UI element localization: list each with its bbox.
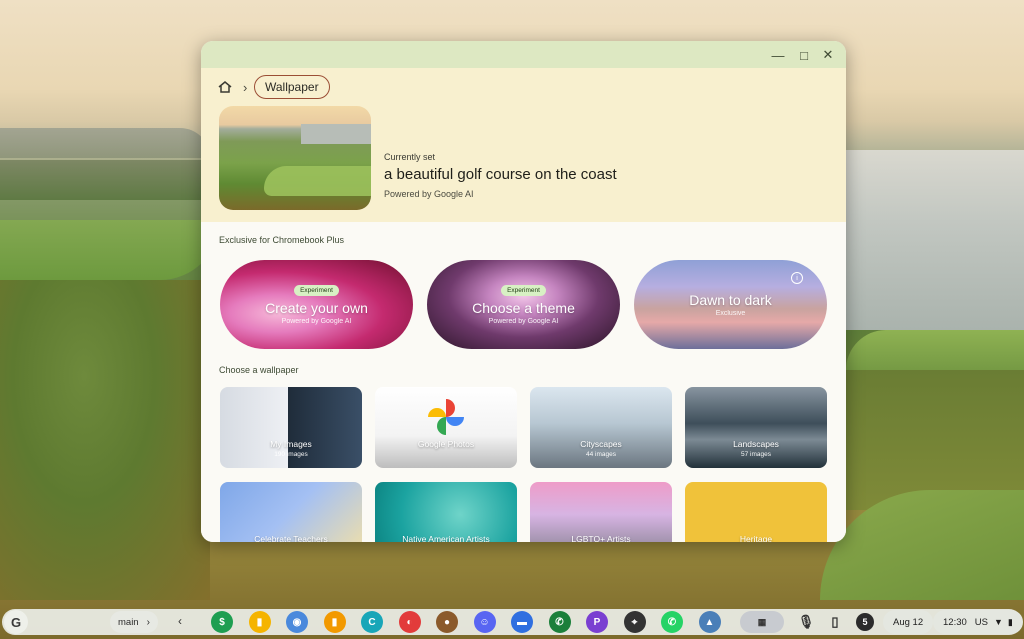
tile-native-american-artists[interactable]: Native American Artists: [375, 482, 517, 542]
microphone-icon[interactable]: 🎙: [795, 611, 817, 633]
card-title: Create your own: [265, 299, 368, 316]
section-choose-heading: Choose a wallpaper: [219, 365, 299, 375]
dawn-to-dark-card[interactable]: i Dawn to dark Exclusive: [634, 260, 827, 349]
tile-name: Heritage: [739, 534, 773, 542]
section-exclusive-heading: Exclusive for Chromebook Plus: [219, 235, 345, 245]
title-bar: — □ ✕: [201, 41, 846, 68]
date-chip[interactable]: Aug 12: [883, 610, 934, 634]
card-subtitle: Powered by Google AI: [281, 317, 352, 325]
google-photos-icon: [428, 399, 464, 435]
card-title: Dawn to dark: [689, 292, 772, 308]
wallpaper-town: [0, 160, 210, 200]
tile-lgbtq-artists[interactable]: LGBTQ+ Artists: [530, 482, 672, 542]
locale-label: US: [974, 616, 988, 628]
desk-name: main: [118, 616, 139, 628]
breadcrumb-wallpaper[interactable]: Wallpaper: [254, 75, 330, 99]
tile-count: 57 images: [741, 451, 771, 458]
card-title: Choose a theme: [472, 299, 575, 316]
tile-name: My Images: [270, 439, 312, 449]
app-avatar-icon[interactable]: ●: [436, 611, 458, 633]
tile-name: Landscapes: [733, 439, 779, 449]
maximize-button[interactable]: □: [797, 48, 811, 63]
info-icon[interactable]: i: [791, 272, 803, 284]
tile-celebrate-teachers[interactable]: Celebrate Teachers: [220, 482, 362, 542]
minimize-button[interactable]: —: [771, 48, 785, 63]
tile-my-images[interactable]: My Images 190 images: [220, 387, 362, 468]
wallpaper-content: Exclusive for Chromebook Plus Experiment…: [201, 222, 846, 542]
tile-cityscapes[interactable]: Cityscapes 44 images: [530, 387, 672, 468]
back-arrow-icon[interactable]: ‹: [178, 614, 182, 628]
canvas-icon[interactable]: C: [361, 611, 383, 633]
recent-screenshots-icon[interactable]: ▦: [740, 611, 784, 633]
keep-icon[interactable]: ▮: [248, 611, 271, 633]
notification-counter[interactable]: 5: [856, 613, 874, 631]
home-icon[interactable]: [217, 79, 233, 95]
sheets-icon[interactable]: $: [211, 611, 233, 633]
chevron-right-icon: ›: [243, 80, 248, 95]
wallpaper-app-window: — □ ✕ › Wallpaper Currently set a beauti…: [201, 41, 846, 542]
thumbnail-course: [264, 166, 371, 196]
wallpaper-app-icon[interactable]: ▲: [698, 611, 721, 633]
messages-icon[interactable]: ▬: [511, 611, 533, 633]
status-area[interactable]: 12:30 US ▼ ▮: [933, 610, 1023, 634]
current-wallpaper-header: › Wallpaper Currently set a beautiful go…: [201, 68, 846, 222]
tile-name: Google Photos: [417, 439, 475, 449]
phone-icon[interactable]: ✆: [548, 611, 571, 633]
powered-by-label: Powered by Google AI: [384, 189, 474, 199]
experiment-badge: Experiment: [294, 284, 339, 296]
tile-count: 44 images: [586, 451, 616, 458]
tile-landscapes[interactable]: Landscapes 57 images: [685, 387, 827, 468]
battery-icon: ▮: [1007, 616, 1013, 627]
chevron-right-icon: ›: [146, 616, 150, 628]
wallpaper-dune: [0, 280, 210, 600]
tile-name: LGBTQ+ Artists: [571, 534, 631, 542]
discord-icon[interactable]: ☺: [473, 611, 496, 633]
wallpaper-sea: [830, 150, 1024, 330]
current-wallpaper-thumbnail: [219, 106, 371, 210]
tile-name: Native American Artists: [402, 534, 490, 542]
tile-name: Celebrate Teachers: [254, 534, 328, 542]
create-your-own-card[interactable]: Experiment Create your own Powered by Go…: [220, 260, 413, 349]
desk-chip[interactable]: main ›: [110, 611, 158, 633]
maps-pin-icon[interactable]: ⌖: [623, 611, 646, 633]
whatsapp-icon[interactable]: ✆: [661, 611, 683, 633]
card-subtitle: Exclusive: [715, 310, 746, 317]
time-label: 12:30: [943, 616, 967, 628]
analytics-icon[interactable]: ▮: [323, 611, 346, 633]
podcast-icon[interactable]: P: [586, 611, 608, 633]
shelf: G main › ‹ $ ▮ ◉ ▮ C ◐ ● ☺ ▬ ✆ P ⌖ ✆ ▲ ▦ 🎙 ▯ 5 Aug 12…: [0, 606, 1024, 639]
tile-count: 190 images: [274, 451, 308, 458]
wallpaper-hill: [0, 128, 210, 158]
currently-set-label: Currently set: [384, 152, 436, 162]
launcher-button[interactable]: G: [4, 610, 28, 634]
bookmark-app-icon[interactable]: ◐: [398, 611, 421, 633]
tile-google-photos[interactable]: Google Photos: [375, 387, 517, 468]
wifi-icon: ▼: [993, 617, 1003, 627]
close-button[interactable]: ✕: [821, 47, 835, 62]
tile-heritage[interactable]: Heritage: [685, 482, 827, 542]
experiment-badge: Experiment: [501, 284, 546, 296]
tile-name: Cityscapes: [580, 439, 622, 449]
choose-a-theme-card[interactable]: Experiment Choose a theme Powered by Goo…: [427, 260, 620, 349]
wallpaper-dune-right: [846, 370, 1024, 510]
wallpaper-fairway: [0, 220, 220, 280]
thumbnail-sea: [301, 124, 371, 144]
current-wallpaper-title: a beautiful golf course on the coast: [384, 166, 617, 183]
chrome-icon[interactable]: ◉: [286, 611, 308, 633]
card-subtitle: Powered by Google AI: [488, 317, 559, 325]
phone-hub-icon[interactable]: ▯: [824, 611, 846, 633]
